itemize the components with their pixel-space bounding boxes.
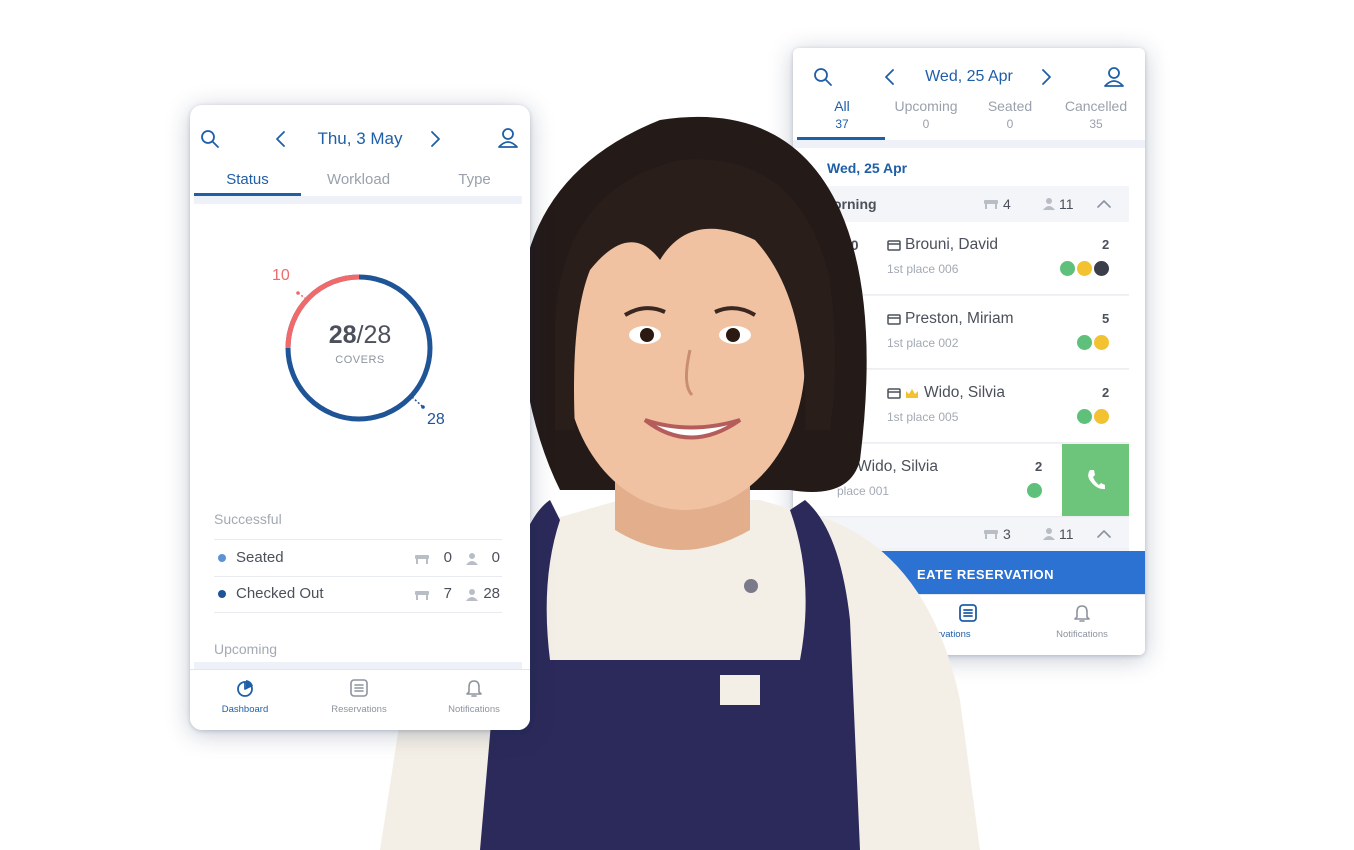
status-tables: 0 [443,549,452,566]
chevron-right-icon[interactable] [1039,68,1053,86]
section-upcoming: Upcoming [214,641,278,657]
group-covers: 11 [1059,526,1074,542]
party-size: 2 [1102,237,1110,252]
status-covers: 28 [483,585,500,602]
donut-leader-b [411,396,424,408]
guest-status-icon [1077,409,1092,424]
phone-icon [1088,470,1105,490]
user-icon[interactable] [497,127,519,149]
tab-status[interactable]: Status [194,171,301,188]
nav-label: Reservations [331,704,387,715]
date-label[interactable]: Wed, 25 Apr [793,68,1145,86]
nav-label: Notifications [448,704,500,715]
party-size: 5 [1102,311,1110,326]
nav-dashboard[interactable]: Dashboard [190,678,300,715]
table-icon [415,555,429,564]
table-icon [415,591,429,600]
tab-workload[interactable]: Workload [305,171,412,188]
covers-total: 28/28 [328,321,392,349]
covers-caption: COVERS [335,354,385,366]
tab-divider [194,196,522,204]
donut-label-b: 28 [427,411,445,428]
tag-icon [1094,261,1109,276]
dashboard-icon [237,680,253,697]
nav-notifications[interactable]: Notifications [1027,603,1137,640]
bell-icon [466,680,482,697]
guest-status-icon [1027,483,1042,498]
tab-cancelled[interactable]: Cancelled 35 [1051,98,1141,131]
status-dot [218,554,226,562]
status-row-checked-out[interactable]: Checked Out 7 28 [214,576,502,613]
nav-reservations[interactable]: Reservations [304,678,414,715]
group-tables: 4 [1003,196,1011,212]
donut-label-a: 10 [272,267,290,284]
person-icon [1043,198,1055,210]
date-label[interactable]: Thu, 3 May [190,129,530,149]
section-successful: Successful [214,511,282,527]
status-dot [218,590,226,598]
group-covers: 11 [1059,196,1074,212]
person-icon [1043,528,1055,540]
chevron-up-icon[interactable] [1097,529,1111,539]
guest-status-icon [1060,261,1075,276]
note-icon [1094,409,1109,424]
nav-label: Notifications [1056,629,1108,640]
nav-notifications[interactable]: Notifications [419,678,529,715]
call-button[interactable] [1062,444,1129,516]
dashboard-phone: Thu, 3 May Status Workload Type 10 28 28… [190,105,530,730]
party-size: 2 [1035,459,1043,474]
note-icon [1077,261,1092,276]
person-icon [466,589,478,601]
tab-type[interactable]: Type [421,171,528,188]
chevron-right-icon[interactable] [428,130,442,148]
note-icon [1094,335,1109,350]
status-label: Checked Out [236,585,324,602]
bottom-nav: Dashboard Reservations Notifications [190,669,530,730]
status-tables: 7 [443,585,452,602]
nav-label: Dashboard [221,704,269,715]
chevron-up-icon[interactable] [1097,199,1111,209]
status-row-seated[interactable]: Seated 0 0 [214,539,502,577]
reservations-icon [350,679,368,697]
bell-icon [1074,605,1090,622]
status-label: Seated [236,549,284,566]
user-icon[interactable] [1103,66,1125,88]
guest-status-icon [1077,335,1092,350]
person-icon [466,553,478,565]
status-covers: 0 [491,549,500,566]
party-size: 2 [1102,385,1110,400]
group-tables: 3 [1003,526,1011,542]
